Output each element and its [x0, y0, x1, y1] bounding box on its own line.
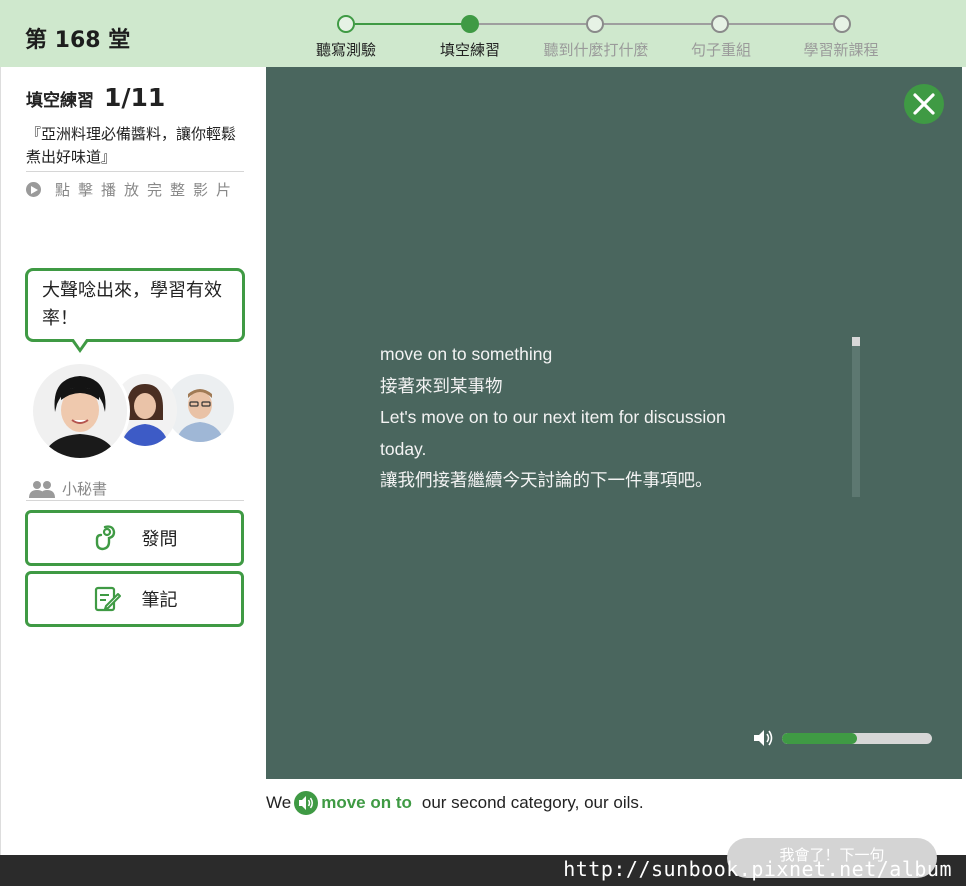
step-dot-listening-test[interactable] — [337, 15, 355, 33]
sidebar: 填空練習 1/11 『亞洲料理必備醬料，讓你輕鬆煮出好味道』 點擊播放完整影片 … — [0, 67, 266, 855]
step-label-new-lesson[interactable]: 學習新課程 — [803, 39, 878, 60]
play-full-video-label: 點擊播放完整影片 — [55, 181, 240, 199]
phrase-explanation: move on to something 接著來到某事物 Let's move … — [380, 339, 775, 497]
scrollbar-track[interactable] — [852, 337, 860, 497]
speech-bubble-text: 大聲唸出來，學習有效率！ — [42, 280, 222, 329]
people-icon — [29, 480, 55, 498]
play-full-video-link[interactable]: 點擊播放完整影片 — [26, 179, 239, 200]
secretary-section[interactable]: 小秘書 — [28, 478, 107, 499]
step-connector — [355, 23, 462, 25]
speech-bubble: 大聲唸出來，學習有效率！ — [25, 268, 245, 353]
volume-slider[interactable] — [782, 733, 932, 744]
phrase-english: move on to something — [380, 344, 553, 364]
example-english: Let's move on to our next item for discu… — [380, 407, 726, 459]
sentence-before: We — [266, 793, 292, 812]
divider — [26, 171, 244, 172]
step-connector — [603, 23, 711, 25]
step-label-fill-blank[interactable]: 填空練習 — [440, 39, 500, 60]
step-dot-new-lesson[interactable] — [833, 15, 851, 33]
step-dot-fill-blank[interactable] — [461, 15, 479, 33]
header-bar: 第 168 堂 聽寫測驗 填空練習 聽到什麼打什麼 句子重組 學習新課程 — [0, 0, 966, 67]
close-button[interactable] — [904, 84, 944, 124]
scrollbar-thumb[interactable] — [852, 337, 860, 346]
progress-steps: 聽寫測驗 填空練習 聽到什麼打什麼 句子重組 學習新課程 — [0, 0, 966, 67]
ask-button-label: 發問 — [141, 529, 178, 550]
play-circle-icon — [26, 182, 41, 197]
speaker-icon[interactable] — [294, 791, 319, 815]
volume-level — [782, 733, 857, 744]
notes-icon — [94, 586, 121, 612]
exercise-title: 填空練習 1/11 — [26, 83, 165, 112]
avatar-main-tutor[interactable] — [30, 361, 130, 461]
video-panel: move on to something 接著來到某事物 Let's move … — [266, 67, 962, 779]
step-connector — [478, 23, 586, 25]
step-dot-type-what-you-hear[interactable] — [586, 15, 604, 33]
watermark-url: http://sunbook.pixnet.net/album — [563, 857, 952, 881]
close-icon — [913, 93, 935, 115]
fill-blank-sentence: We move on to our second category, our o… — [266, 791, 644, 815]
exercise-label: 填空練習 — [26, 91, 94, 111]
exercise-count: 1/11 — [104, 83, 166, 112]
step-dot-sentence-reorder[interactable] — [711, 15, 729, 33]
step-label-listening-test[interactable]: 聽寫測驗 — [316, 39, 376, 60]
volume-icon[interactable] — [753, 729, 775, 747]
example-chinese: 讓我們接著繼續今天討論的下一件事項吧。 — [380, 470, 713, 490]
step-label-sentence-reorder[interactable]: 句子重組 — [691, 39, 751, 60]
ask-question-button[interactable]: 發問 — [25, 510, 244, 566]
secretary-label: 小秘書 — [62, 480, 108, 498]
notes-button-label: 筆記 — [141, 590, 178, 611]
step-connector — [728, 23, 833, 25]
ask-icon — [95, 525, 115, 551]
notes-button[interactable]: 筆記 — [25, 571, 244, 627]
lesson-description: 『亞洲料理必備醬料，讓你輕鬆煮出好味道』 — [26, 125, 237, 166]
step-label-type-what-you-hear[interactable]: 聽到什麼打什麼 — [543, 39, 648, 60]
highlighted-phrase[interactable]: move on to — [321, 793, 412, 813]
sentence-after: our second category, our oils. — [421, 793, 644, 812]
divider — [26, 500, 244, 501]
phrase-chinese: 接著來到某事物 — [380, 375, 503, 396]
